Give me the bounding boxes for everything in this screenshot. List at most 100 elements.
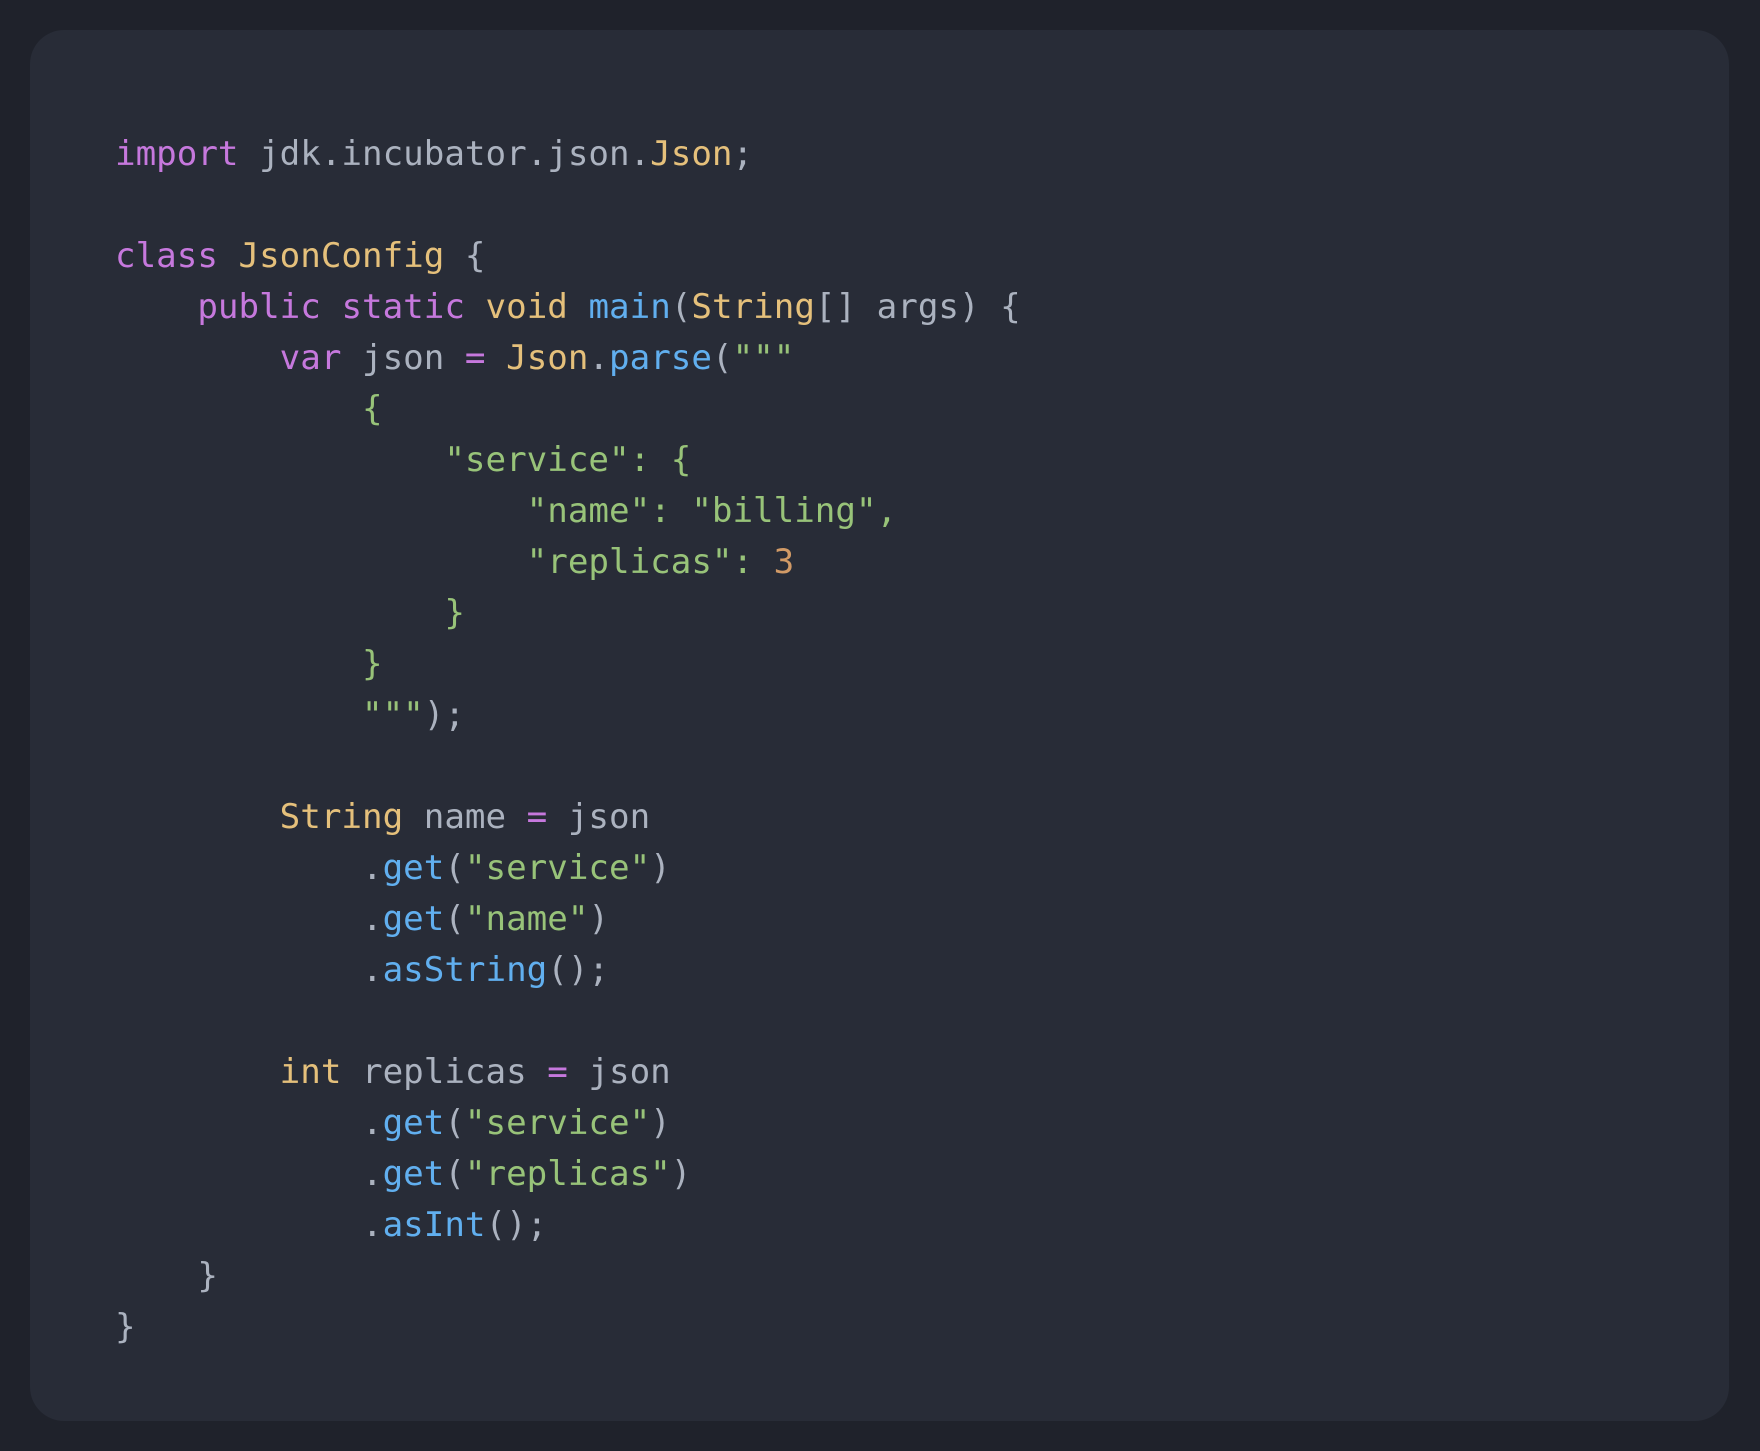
code-token-plain: [] args) { xyxy=(814,287,1021,327)
code-line: import jdk.incubator.json.Json; xyxy=(115,129,1021,180)
code-line: } xyxy=(115,1251,1021,1302)
code-token-plain: ) xyxy=(588,899,610,939)
code-token-string: """ xyxy=(115,695,424,735)
code-line: } xyxy=(115,1302,1021,1353)
code-token-plain: ) xyxy=(650,848,671,888)
code-token-string: "service" xyxy=(464,848,651,888)
code-token-string: "service": { xyxy=(115,440,692,480)
code-token-plain: . xyxy=(115,950,383,990)
code-line: } xyxy=(115,639,1021,690)
code-line: .asString(); xyxy=(115,945,1021,996)
code-token-plain: ) xyxy=(670,1154,692,1194)
code-token-keyword: static xyxy=(341,287,465,327)
code-token-string: } xyxy=(115,644,383,684)
code-line: """); xyxy=(115,690,1021,741)
code-line: class JsonConfig { xyxy=(115,231,1021,282)
code-token-plain: } xyxy=(115,1256,218,1296)
code-token-keyword: = xyxy=(526,797,548,837)
code-token-plain: . xyxy=(115,848,383,888)
code-token-type: String xyxy=(279,797,404,837)
code-token-type: String xyxy=(691,287,815,327)
code-token-string: "name": "billing", xyxy=(115,491,898,531)
code-token-function: get xyxy=(382,1103,445,1143)
code-line: "replicas": 3 xyxy=(115,537,1021,588)
code-token-keyword: = xyxy=(547,1052,568,1092)
code-line: .get("replicas") xyxy=(115,1149,1021,1200)
code-line: "service": { xyxy=(115,435,1021,486)
code-token-plain: ( xyxy=(444,848,465,888)
code-token-string: { xyxy=(115,389,383,429)
code-line: .get("service") xyxy=(115,843,1021,894)
code-token-plain: . xyxy=(115,1103,383,1143)
code-token-string: "service" xyxy=(464,1103,651,1143)
code-token-plain: json xyxy=(547,797,651,837)
code-token-plain: json xyxy=(341,338,465,378)
code-token-plain: . xyxy=(115,899,383,939)
code-line: .get("name") xyxy=(115,894,1021,945)
code-token-function: get xyxy=(382,899,445,939)
code-line: { xyxy=(115,384,1021,435)
code-token-type: Json xyxy=(506,338,589,378)
code-token-plain: ); xyxy=(423,695,465,735)
code-line: public static void main(String[] args) { xyxy=(115,282,1021,333)
code-token-function: asString xyxy=(382,950,548,990)
code-token-function: parse xyxy=(609,338,712,378)
code-token-string: "replicas" xyxy=(464,1154,671,1194)
code-token-string: "replicas": xyxy=(115,542,774,582)
code-token-plain: ( xyxy=(444,899,465,939)
code-token-function: main xyxy=(588,287,671,327)
code-token-plain: ) xyxy=(650,1103,671,1143)
code-token-plain: ( xyxy=(670,287,692,327)
code-line: var json = Json.parse(""" xyxy=(115,333,1021,384)
code-block: import jdk.incubator.json.Json; class Jso… xyxy=(115,129,1021,1353)
code-line: } xyxy=(115,588,1021,639)
code-token-keyword: var xyxy=(279,338,342,378)
code-token-type: int xyxy=(279,1052,342,1092)
code-line: "name": "billing", xyxy=(115,486,1021,537)
code-token-plain: ( xyxy=(711,338,733,378)
code-token-plain: replicas xyxy=(341,1052,548,1092)
code-token-function: get xyxy=(382,848,445,888)
code-token-type: JsonConfig xyxy=(238,236,445,276)
code-token-plain: } xyxy=(115,1307,136,1347)
code-token-plain: ( xyxy=(444,1154,465,1194)
code-line: .asInt(); xyxy=(115,1200,1021,1251)
code-token-plain: . xyxy=(115,1154,383,1194)
code-token-string: } xyxy=(115,593,465,633)
code-token-string: "name" xyxy=(464,899,589,939)
code-line: String name = json xyxy=(115,792,1021,843)
code-token-plain: . xyxy=(588,338,610,378)
code-token-plain: (); xyxy=(547,950,609,990)
code-token-plain: ; xyxy=(732,134,754,174)
code-token-string: """ xyxy=(732,338,795,378)
code-token-function: get xyxy=(382,1154,445,1194)
code-token-plain: { xyxy=(444,236,486,276)
code-token-plain: . xyxy=(115,1205,383,1245)
code-token-plain: (); xyxy=(485,1205,548,1245)
code-line: int replicas = json xyxy=(115,1047,1021,1098)
code-token-keyword: = xyxy=(464,338,486,378)
code-token-keyword: class xyxy=(115,236,218,276)
code-line: .get("service") xyxy=(115,1098,1021,1149)
code-token-keyword: import xyxy=(115,134,239,174)
code-token-function: asInt xyxy=(382,1205,486,1245)
code-token-keyword: public xyxy=(197,287,321,327)
code-token-type: Json xyxy=(650,134,733,174)
code-token-type: void xyxy=(485,287,568,327)
code-token-plain: json xyxy=(567,1052,671,1092)
code-token-plain: jdk.incubator.json. xyxy=(238,134,651,174)
code-token-plain: name xyxy=(403,797,527,837)
code-card: import jdk.incubator.json.Json; class Jso… xyxy=(30,30,1729,1421)
